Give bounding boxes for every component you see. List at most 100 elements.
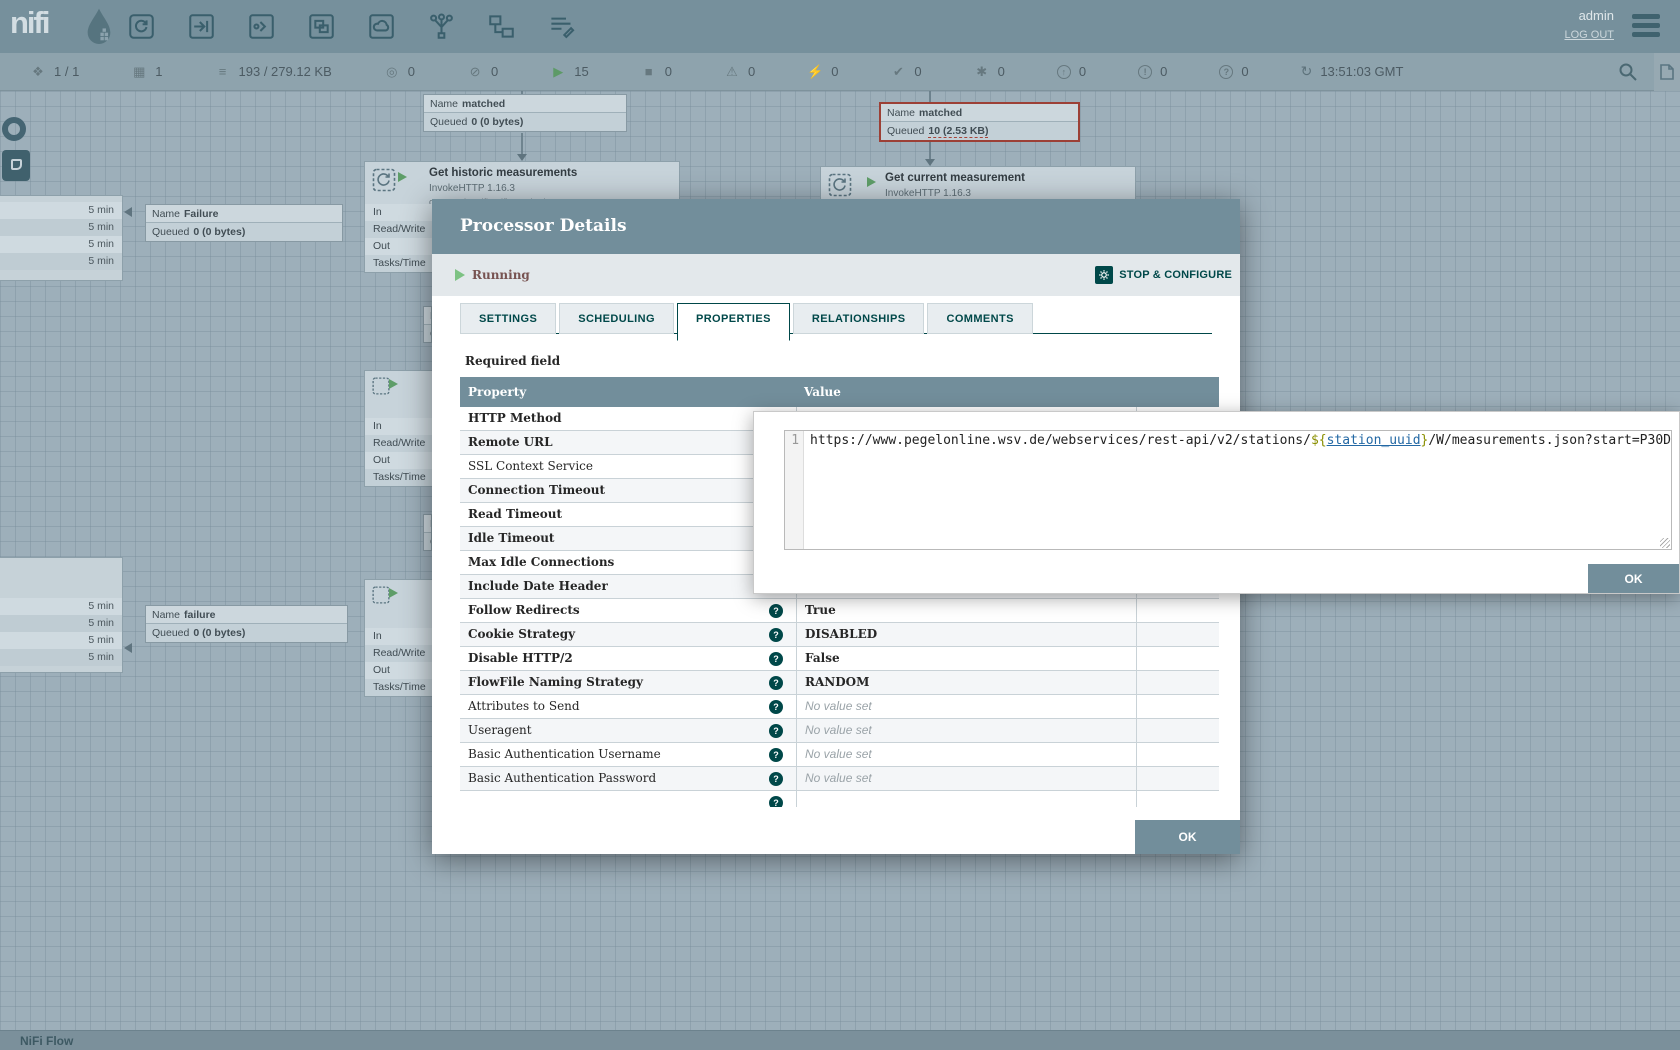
- tab-properties[interactable]: PROPERTIES: [677, 303, 790, 341]
- property-help-icon[interactable]: ?: [769, 748, 783, 762]
- status-count: 0: [1241, 64, 1248, 79]
- property-row[interactable]: FlowFile Naming Strategy?RANDOM: [460, 671, 1219, 695]
- template-tool-icon[interactable]: [488, 13, 515, 40]
- property-value: DISABLED: [796, 623, 1136, 646]
- property-help-icon[interactable]: ?: [769, 796, 783, 807]
- connection-line: [929, 139, 931, 160]
- property-row[interactable]: Attributes to Send?No value set: [460, 695, 1219, 719]
- process-group-tool-icon[interactable]: [308, 13, 335, 40]
- connection-name: Namematched: [881, 104, 1078, 122]
- nifi-app: 5 min5 min5 min5 min 5 min5 min5 min5 mi…: [0, 0, 1680, 1050]
- processor-tool-icon[interactable]: [128, 13, 155, 40]
- breadcrumb[interactable]: NiFi Flow: [20, 1034, 73, 1048]
- running-status-icon: [398, 172, 407, 182]
- status-active-threads: ▦1: [131, 64, 162, 80]
- current-user: admin: [1579, 8, 1614, 23]
- search-icon[interactable]: [1618, 62, 1638, 87]
- funnel-tool-icon[interactable]: [428, 13, 455, 40]
- operate-panel-toggle[interactable]: [1654, 53, 1680, 91]
- connection-arrowhead-icon: [124, 207, 132, 217]
- dialog-status-bar: Running STOP & CONFIGURE: [432, 254, 1240, 296]
- connection-label-sliver-1[interactable]: NameQueued: [423, 306, 432, 343]
- status-count: 193 / 279.12 KB: [239, 64, 332, 79]
- tab-relationships[interactable]: RELATIONSHIPS: [793, 303, 925, 334]
- property-name: FlowFile Naming Strategy?: [460, 671, 796, 694]
- property-row[interactable]: Follow Redirects?True: [460, 599, 1219, 623]
- property-row[interactable]: Basic Authentication Password?No value s…: [460, 767, 1219, 791]
- property-help-icon[interactable]: ?: [769, 724, 783, 738]
- status-count: 0: [491, 64, 498, 79]
- connection-name: Name: [424, 515, 432, 533]
- status-count: 0: [1079, 64, 1086, 79]
- properties-table-header: Property Value: [460, 377, 1219, 407]
- status-count: 0: [665, 64, 672, 79]
- property-help-icon[interactable]: ?: [769, 628, 783, 642]
- stop-and-configure-button[interactable]: STOP & CONFIGURE: [1095, 266, 1232, 284]
- exclamation-circle-icon: !: [1138, 65, 1152, 79]
- property-name: Remote URL?: [460, 431, 796, 454]
- refresh-status[interactable]: ↻ 13:51:03 GMT: [1301, 63, 1404, 80]
- question-circle-icon: ?: [1219, 65, 1233, 79]
- tab-scheduling[interactable]: SCHEDULING: [559, 303, 674, 334]
- status-count: 1 / 1: [54, 64, 79, 79]
- value-column-header: Value: [796, 377, 1136, 407]
- processor-stats-partial[interactable]: 5 min5 min5 min5 min: [0, 557, 123, 673]
- stat-window-label: 5 min: [0, 202, 122, 219]
- property-name: Connection Timeout?: [460, 479, 796, 502]
- connection-arrowhead-icon: [925, 159, 935, 166]
- input-port-tool-icon[interactable]: [188, 13, 215, 40]
- connection-label-top-right[interactable]: NamematchedQueued10 (2.53 KB): [879, 102, 1080, 142]
- canvas-edge-tag-icon: [2, 150, 30, 181]
- last-refreshed-time: 13:51:03 GMT: [1320, 64, 1403, 79]
- connection-label-sliver-2[interactable]: NameQueued: [423, 514, 432, 551]
- value-editor-content[interactable]: https://www.pegelonline.wsv.de/webservic…: [804, 431, 1671, 549]
- output-port-tool-icon[interactable]: [248, 13, 275, 40]
- property-row[interactable]: Basic Authentication Username?No value s…: [460, 743, 1219, 767]
- connection-name: Name: [424, 307, 432, 325]
- property-help-icon[interactable]: ?: [769, 676, 783, 690]
- connection-label-mid-left[interactable]: NameFailureQueued0 (0 bytes): [145, 204, 343, 242]
- property-row[interactable]: Useragent?No value set: [460, 719, 1219, 743]
- run-status-label: Running: [472, 268, 530, 282]
- url-text: https://www.pegelonline.wsv.de/webservic…: [810, 433, 1311, 448]
- tab-comments[interactable]: COMMENTS: [927, 303, 1032, 334]
- expression-open: ${: [1311, 433, 1327, 448]
- play-icon: ▶: [550, 64, 566, 80]
- property-help-icon[interactable]: ?: [769, 652, 783, 666]
- connection-name: NameFailure: [146, 205, 342, 223]
- footer-bar: NiFi Flow: [0, 1030, 1680, 1050]
- dialog-title: Processor Details: [432, 199, 1240, 236]
- property-column-header: Property: [460, 377, 796, 407]
- check-icon: ✔: [890, 64, 906, 80]
- processor-stats-partial[interactable]: 5 min5 min5 min5 min: [0, 195, 123, 281]
- connection-line: [521, 133, 523, 155]
- remote-process-group-tool-icon[interactable]: [368, 13, 395, 40]
- processor-title: Get current measurement: [885, 172, 1025, 184]
- transmit-inactive-icon: ⊘: [467, 64, 483, 80]
- property-row[interactable]: Disable HTTP/2?False: [460, 647, 1219, 671]
- editor-ok-button[interactable]: OK: [1588, 564, 1679, 593]
- property-value: False: [796, 647, 1136, 670]
- dialog-tabs: SETTINGSSCHEDULINGPROPERTIESRELATIONSHIP…: [460, 303, 1212, 334]
- logout-link[interactable]: LOG OUT: [1564, 29, 1614, 41]
- connection-label-bottom-left[interactable]: NamefailureQueued0 (0 bytes): [145, 605, 348, 643]
- resize-handle[interactable]: [1660, 538, 1670, 548]
- dialog-ok-button[interactable]: OK: [1135, 820, 1240, 854]
- connection-label-top-left[interactable]: NamematchedQueued0 (0 bytes): [423, 94, 627, 132]
- connection-arrowhead-icon: [124, 643, 132, 653]
- stop-square-icon: ■: [641, 64, 657, 79]
- property-help-icon[interactable]: ?: [769, 772, 783, 786]
- line-number: 1: [785, 431, 804, 549]
- tab-settings[interactable]: SETTINGS: [460, 303, 556, 334]
- property-name: Basic Authentication Username?: [460, 743, 796, 766]
- running-status-icon: [867, 177, 876, 187]
- property-value: True: [796, 599, 1136, 622]
- property-help-icon[interactable]: ?: [769, 604, 783, 618]
- global-menu-icon[interactable]: [1632, 14, 1660, 41]
- property-row-partial[interactable]: ?: [460, 791, 1219, 807]
- property-help-icon[interactable]: ?: [769, 700, 783, 714]
- label-tool-icon[interactable]: [548, 13, 575, 40]
- cubes-icon: ❖: [30, 64, 46, 80]
- invokehttp-processor-icon: [372, 168, 396, 197]
- property-row[interactable]: Cookie Strategy?DISABLED: [460, 623, 1219, 647]
